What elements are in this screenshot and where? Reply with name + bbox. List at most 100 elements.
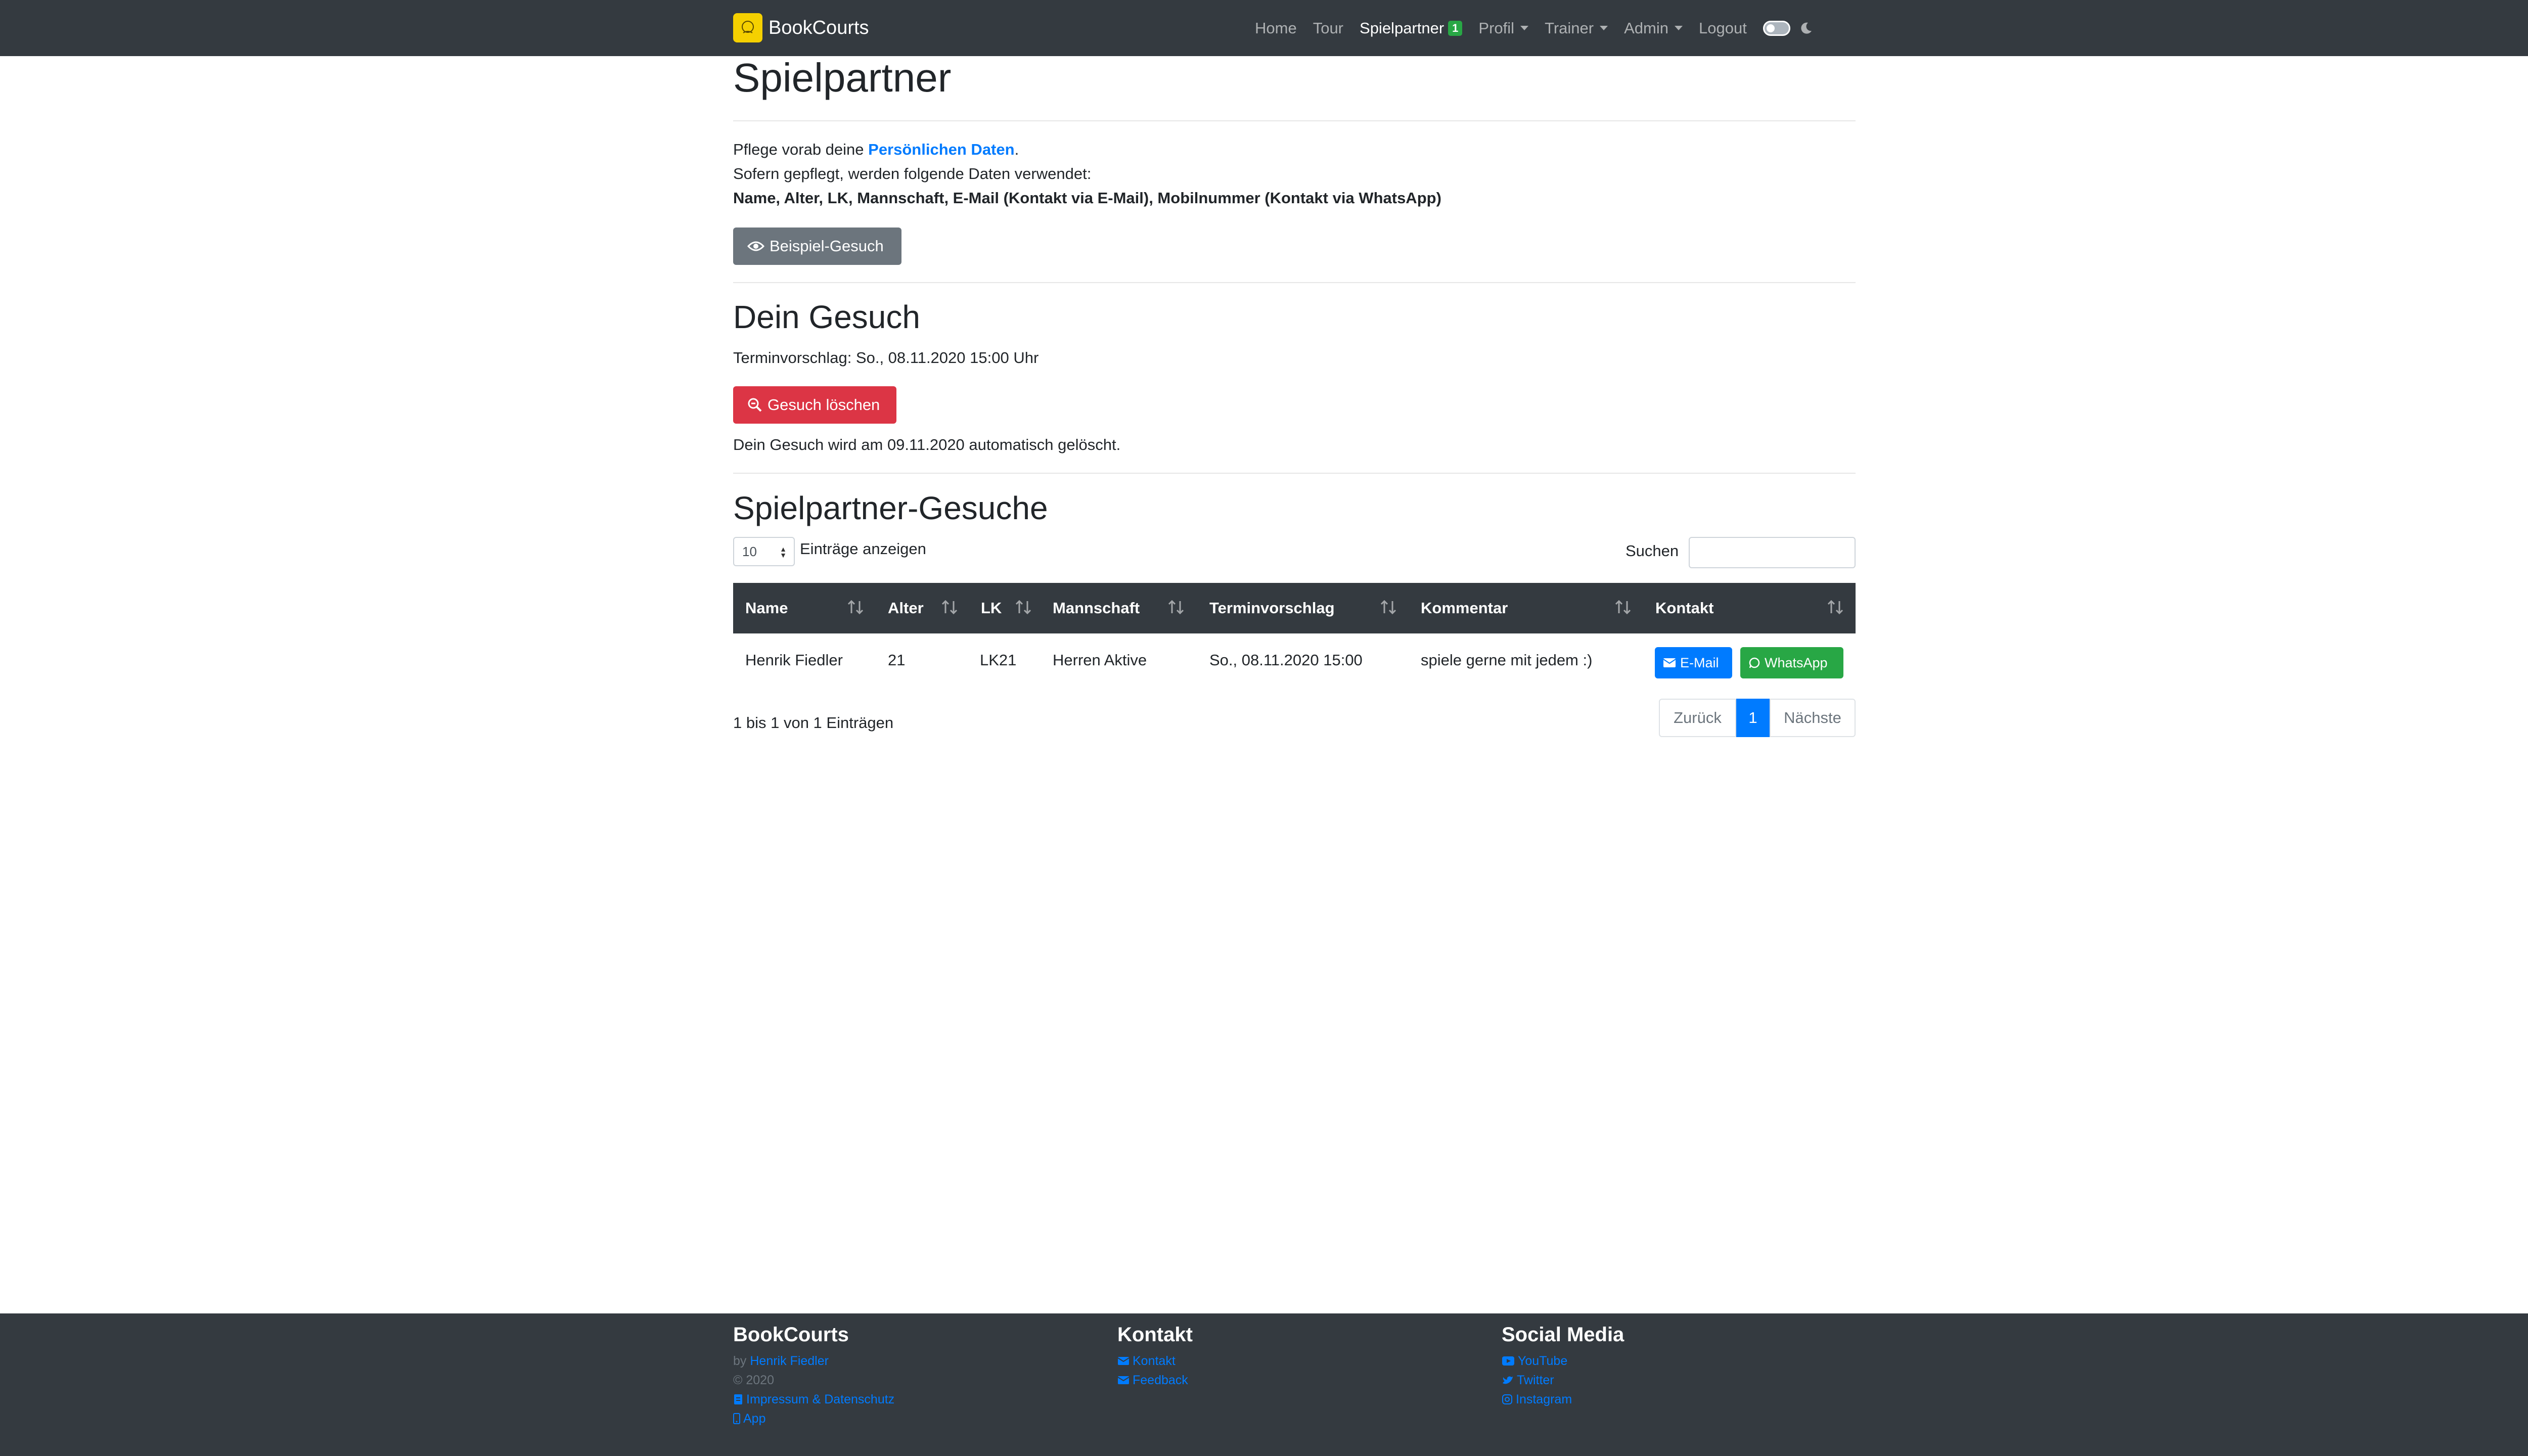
divider xyxy=(733,120,1856,121)
col-name[interactable]: Name xyxy=(745,583,788,633)
personal-data-link[interactable]: Persönlichen Daten xyxy=(868,141,1014,158)
dark-mode-toggle[interactable] xyxy=(1763,20,1790,36)
nav-spielpartner[interactable]: Spielpartner 1 xyxy=(1360,19,1463,37)
cell-lk: LK21 xyxy=(980,651,1017,669)
footer-heading: Social Media xyxy=(1502,1324,1624,1346)
intro-line-2: Sofern gepflegt, werden folgende Daten v… xyxy=(733,165,1092,183)
spielpartner-count-badge: 1 xyxy=(1448,20,1463,36)
sort-icon[interactable] xyxy=(1167,598,1185,616)
footer-twitter-link[interactable]: Twitter xyxy=(1502,1371,1624,1390)
footer-imprint-link[interactable]: Impressum & Datenschutz xyxy=(733,1390,894,1409)
moon-icon xyxy=(1801,22,1812,34)
nav-home[interactable]: Home xyxy=(1255,19,1297,37)
search-input[interactable] xyxy=(1689,537,1856,568)
pagination-prev[interactable]: Zurück xyxy=(1659,699,1736,737)
twitter-icon xyxy=(1503,1376,1513,1384)
intro-line-1: Pflege vorab deine Persönlichen Daten. xyxy=(733,141,1019,159)
divider xyxy=(733,473,1856,474)
whatsapp-contact-button[interactable]: WhatsApp xyxy=(1740,647,1843,678)
sort-icon[interactable] xyxy=(1379,598,1397,616)
divider xyxy=(733,282,1856,283)
email-contact-label: E-Mail xyxy=(1680,655,1719,670)
footer-youtube-link[interactable]: YouTube xyxy=(1502,1351,1624,1371)
table-info: 1 bis 1 von 1 Einträgen xyxy=(733,714,894,732)
footer-instagram-label: Instagram xyxy=(1516,1392,1572,1406)
col-age[interactable]: Alter xyxy=(888,583,924,633)
table-header: Name Alter LK Mannschaft Terminvorschlag… xyxy=(733,583,1856,633)
footer-contact-label: Kontakt xyxy=(1133,1354,1176,1368)
brand-logo-icon xyxy=(733,13,762,42)
own-request-heading: Dein Gesuch xyxy=(733,299,920,335)
footer-twitter-label: Twitter xyxy=(1517,1373,1554,1387)
nav-trainer-dropdown[interactable]: Trainer xyxy=(1545,19,1608,37)
page-title: Spielpartner xyxy=(733,55,952,100)
brand-link[interactable]: BookCourts xyxy=(733,13,869,43)
whatsapp-icon xyxy=(1749,657,1760,668)
footer-imprint-label: Impressum & Datenschutz xyxy=(746,1392,895,1406)
requests-heading: Spielpartner-Gesuche xyxy=(733,490,1048,526)
cell-team: Herren Aktive xyxy=(1053,651,1147,669)
intro-line-3: Name, Alter, LK, Mannschaft, E-Mail (Kon… xyxy=(733,189,1441,207)
search-minus-icon xyxy=(748,398,762,412)
cell-comment: spiele gerne mit jedem :) xyxy=(1421,651,1593,669)
caret-down-icon xyxy=(1520,25,1529,30)
footer-copyright: © 2020 xyxy=(733,1373,774,1387)
footer-app-label: App xyxy=(743,1412,766,1426)
nav-tour[interactable]: Tour xyxy=(1313,19,1343,37)
footer-heading: Kontakt xyxy=(1117,1324,1193,1346)
footer-app-link[interactable]: App xyxy=(733,1409,894,1428)
navbar: BookCourts Home Tour Spielpartner 1 Profi… xyxy=(0,0,2528,56)
col-proposal[interactable]: Terminvorschlag xyxy=(1209,583,1335,633)
sort-icon[interactable] xyxy=(940,598,959,616)
sort-icon[interactable] xyxy=(1826,598,1844,616)
pagination-next[interactable]: Nächste xyxy=(1770,699,1856,737)
footer-feedback-link[interactable]: Feedback xyxy=(1117,1371,1193,1390)
delete-request-button[interactable]: Gesuch löschen xyxy=(733,386,896,424)
col-contact[interactable]: Kontakt xyxy=(1655,583,1713,633)
intro-prefix: Pflege vorab deine xyxy=(733,141,869,158)
select-arrows-icon: ▲ ▼ xyxy=(780,545,787,559)
page-length-select[interactable]: 10 ▲ ▼ xyxy=(733,537,795,566)
nav-logout[interactable]: Logout xyxy=(1699,19,1747,37)
sort-icon[interactable] xyxy=(846,598,865,616)
sort-icon[interactable] xyxy=(1614,598,1632,616)
cell-name: Henrik Fiedler xyxy=(745,651,843,669)
intro-suffix: . xyxy=(1014,141,1019,158)
pagination: Zurück 1 Nächste xyxy=(1659,699,1856,737)
page-length-label: Einträge anzeigen xyxy=(800,540,926,558)
nav-admin-dropdown[interactable]: Admin xyxy=(1624,19,1683,37)
document-icon xyxy=(734,1394,742,1404)
footer-feedback-label: Feedback xyxy=(1133,1373,1188,1387)
youtube-icon xyxy=(1502,1356,1514,1366)
nav-spielpartner-label: Spielpartner xyxy=(1360,19,1444,37)
footer-contact-link[interactable]: Kontakt xyxy=(1117,1351,1193,1371)
col-comment[interactable]: Kommentar xyxy=(1421,583,1508,633)
eye-icon xyxy=(747,241,764,251)
nav-admin-label: Admin xyxy=(1624,19,1668,37)
envelope-icon xyxy=(1663,658,1676,667)
footer-by: by xyxy=(733,1354,747,1368)
nav-profil-dropdown[interactable]: Profil xyxy=(1478,19,1529,37)
footer-youtube-label: YouTube xyxy=(1518,1354,1568,1368)
envelope-icon xyxy=(1117,1376,1130,1384)
footer-col-bookcourts: BookCourts by Henrik Fiedler © 2020 Impr… xyxy=(733,1324,894,1428)
pagination-page-1[interactable]: 1 xyxy=(1736,699,1770,737)
sort-icon[interactable] xyxy=(1014,598,1032,616)
envelope-icon xyxy=(1117,1357,1130,1365)
search-label: Suchen xyxy=(1626,542,1679,560)
own-request-proposal: Terminvorschlag: So., 08.11.2020 15:00 U… xyxy=(733,349,1039,367)
footer-instagram-link[interactable]: Instagram xyxy=(1502,1390,1624,1409)
cell-age: 21 xyxy=(888,651,906,669)
example-request-button[interactable]: Beispiel-Gesuch xyxy=(733,228,901,265)
footer-col-contact: Kontakt Kontakt Feedback xyxy=(1117,1324,1193,1390)
footer xyxy=(0,1313,2528,1456)
footer-author-link[interactable]: Henrik Fiedler xyxy=(750,1351,829,1371)
nav-trainer-label: Trainer xyxy=(1545,19,1594,37)
col-lk[interactable]: LK xyxy=(981,583,1002,633)
col-team[interactable]: Mannschaft xyxy=(1053,583,1140,633)
brand-name: BookCourts xyxy=(769,17,869,38)
email-contact-button[interactable]: E-Mail xyxy=(1655,647,1732,678)
cell-proposal: So., 08.11.2020 15:00 xyxy=(1209,651,1363,669)
footer-author-line: by Henrik Fiedler xyxy=(733,1351,894,1371)
auto-delete-note: Dein Gesuch wird am 09.11.2020 automatis… xyxy=(733,436,1121,453)
